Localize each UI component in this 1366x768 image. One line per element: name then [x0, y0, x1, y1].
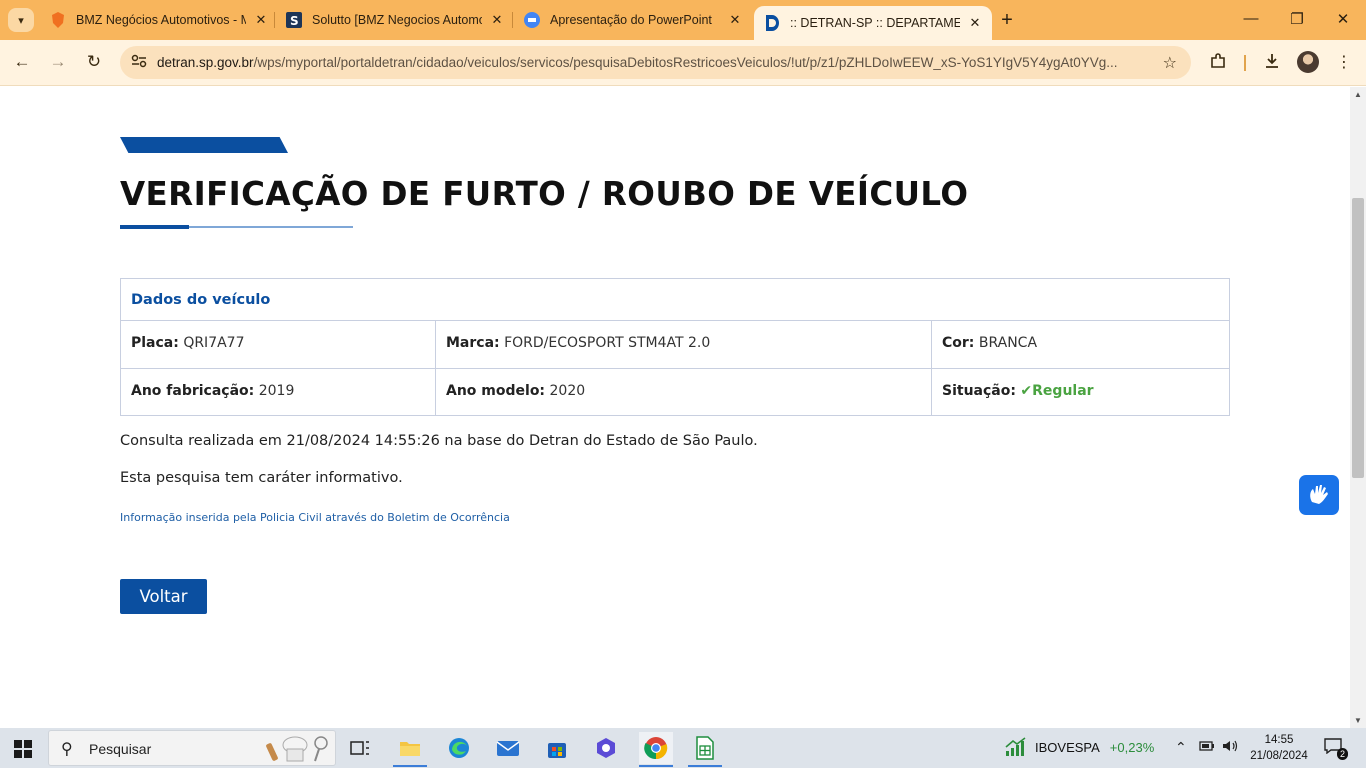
- edge-icon[interactable]: [442, 732, 476, 764]
- sign-language-icon[interactable]: [1299, 475, 1339, 515]
- notification-icon[interactable]: 2: [1324, 738, 1348, 760]
- bookmark-star-icon[interactable]: ☆: [1163, 53, 1177, 73]
- scroll-down-arrow-icon[interactable]: ▼: [1354, 716, 1362, 725]
- detran-icon: [764, 15, 780, 31]
- scrollbar-thumb[interactable]: [1352, 198, 1364, 478]
- solutto-icon: S: [286, 12, 302, 28]
- model-year-value: 2020: [549, 383, 586, 399]
- table-row: Ano fabricação: 2019 Ano modelo: 2020 Si…: [121, 368, 1229, 415]
- page-title: VERIFICAÇÃO DE FURTO / ROUBO DE VEÍCULO: [120, 175, 969, 213]
- google-slides-icon: [524, 12, 540, 28]
- plate-value: QRI7A77: [183, 335, 245, 351]
- restore-button[interactable]: ❐: [1274, 10, 1320, 28]
- tab-bmz[interactable]: BMZ Negócios Automotivos - M ✕: [40, 6, 278, 34]
- title-accent-bar: [120, 137, 288, 153]
- plate-cell: Placa: QRI7A77: [131, 335, 245, 351]
- mail-icon[interactable]: [491, 732, 525, 764]
- vertical-scrollbar[interactable]: ▲ ▼: [1350, 87, 1366, 728]
- stock-chart-icon: [1005, 737, 1026, 756]
- title-underline: [120, 225, 353, 229]
- taskbar-search-input[interactable]: ⚲ Pesquisar: [48, 730, 336, 766]
- tab-separator: [512, 12, 513, 28]
- spreadsheet-icon[interactable]: [688, 732, 722, 767]
- stock-widget[interactable]: IBOVESPA +0,23%: [1005, 737, 1154, 757]
- tab-separator: [274, 12, 275, 28]
- close-icon[interactable]: ✕: [968, 15, 982, 31]
- status-cell: Situação: ✔Regular: [931, 369, 1229, 415]
- browser-toolbar: ← → ↻ detran.sp.gov.br/wps/myportal/port…: [0, 40, 1366, 86]
- table-row: Placa: QRI7A77 Marca: FORD/ECOSPORT STM4…: [121, 321, 1229, 368]
- model-year-cell: Ano modelo: 2020: [435, 369, 931, 415]
- toolbar-separator: [1244, 55, 1246, 71]
- new-tab-button[interactable]: +: [996, 9, 1018, 32]
- site-info-icon[interactable]: [130, 54, 148, 71]
- brand-cell: Marca: FORD/ECOSPORT STM4AT 2.0: [435, 321, 931, 368]
- search-highlight-image: [266, 736, 328, 762]
- system-clock[interactable]: 14:55 21/08/2024: [1246, 732, 1312, 764]
- color-value: BRANCA: [978, 335, 1038, 351]
- profile-avatar[interactable]: [1297, 51, 1319, 73]
- reload-icon[interactable]: ↻: [82, 52, 106, 72]
- scroll-up-arrow-icon[interactable]: ▲: [1354, 90, 1362, 99]
- page-content: VERIFICAÇÃO DE FURTO / ROUBO DE VEÍCULO …: [0, 87, 1350, 728]
- back-arrow-icon[interactable]: ←: [10, 52, 34, 72]
- microsoft-store-icon[interactable]: [540, 732, 574, 764]
- chrome-icon[interactable]: [639, 732, 673, 767]
- volume-icon[interactable]: [1222, 739, 1240, 756]
- close-icon[interactable]: ✕: [728, 12, 742, 28]
- extensions-icon[interactable]: [1207, 52, 1229, 75]
- section-title: Dados do veículo: [121, 279, 1229, 321]
- copilot-icon[interactable]: [589, 732, 623, 764]
- minimize-button[interactable]: —: [1228, 10, 1274, 27]
- brand-value: FORD/ECOSPORT STM4AT 2.0: [504, 335, 711, 351]
- tab-detran[interactable]: :: DETRAN-SP :: DEPARTAMENTO ✕: [754, 6, 992, 40]
- color-cell: Cor: BRANCA: [931, 321, 1229, 368]
- browser-tab-strip: ▾ BMZ Negócios Automotivos - M ✕ S Solut…: [0, 0, 1366, 40]
- manufacture-year-value: 2019: [258, 383, 295, 399]
- chevron-up-icon[interactable]: ⌃: [1175, 739, 1187, 756]
- battery-icon[interactable]: [1199, 739, 1215, 756]
- check-icon: ✔: [1020, 383, 1033, 399]
- disclaimer-text: Esta pesquisa tem caráter informativo.: [120, 470, 403, 486]
- tab-powerpoint[interactable]: Apresentação do PowerPoint ✕: [514, 6, 752, 34]
- windows-start-icon[interactable]: [14, 740, 32, 758]
- tab-search-button[interactable]: ▾: [8, 8, 34, 32]
- close-icon[interactable]: ✕: [254, 12, 268, 28]
- consult-info: Consulta realizada em 21/08/2024 14:55:2…: [120, 433, 758, 449]
- close-window-button[interactable]: ✕: [1320, 10, 1366, 28]
- address-bar[interactable]: detran.sp.gov.br/wps/myportal/portaldetr…: [120, 46, 1191, 79]
- search-icon: ⚲: [61, 741, 73, 758]
- forward-arrow-icon[interactable]: →: [46, 52, 70, 72]
- manufacture-year-cell: Ano fabricação: 2019: [131, 383, 295, 399]
- police-note: Informação inserida pela Policia Civil a…: [120, 511, 510, 524]
- file-explorer-icon[interactable]: [393, 732, 427, 767]
- browser-menu-icon[interactable]: ⋮: [1333, 52, 1355, 72]
- svg-text:S: S: [290, 14, 299, 28]
- back-button[interactable]: Voltar: [120, 579, 207, 614]
- download-icon[interactable]: [1261, 52, 1283, 75]
- task-view-icon[interactable]: [343, 732, 377, 764]
- status-value: Regular: [1032, 383, 1094, 399]
- url-text[interactable]: detran.sp.gov.br/wps/myportal/portaldetr…: [157, 55, 1147, 70]
- brave-shield-icon: [50, 12, 66, 28]
- close-icon[interactable]: ✕: [490, 12, 504, 28]
- vehicle-data-table: Dados do veículo Placa: QRI7A77 Marca: F…: [120, 278, 1230, 416]
- notification-count: 2: [1336, 748, 1348, 760]
- windows-taskbar: ⚲ Pesquisar IBOVESPA +0,23% ⌃ 14:55 21/0…: [0, 728, 1366, 768]
- tab-solutto[interactable]: S Solutto [BMZ Negocios Automo ✕: [276, 6, 514, 34]
